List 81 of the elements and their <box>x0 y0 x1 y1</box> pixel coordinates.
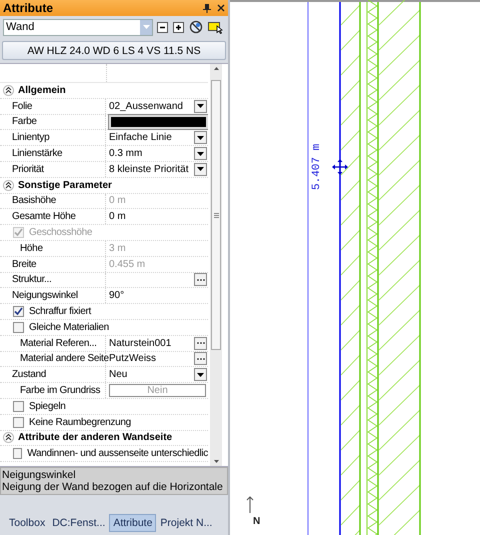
property-name: Linienstärke <box>12 148 62 160</box>
property-name: Priorität <box>12 164 44 175</box>
scrollbar-thumb[interactable] <box>211 80 221 350</box>
checkbox-label: Spiegeln <box>29 400 66 412</box>
caret-icon <box>197 104 204 108</box>
panel-tab[interactable]: DC:Fenst... <box>49 515 108 531</box>
property-name: Zustand <box>12 369 46 380</box>
ellipsis-icon <box>196 278 204 281</box>
property-value: Neu <box>109 369 128 380</box>
caret-icon <box>142 25 150 29</box>
ellipsis-icon <box>196 358 204 360</box>
grip-icon <box>214 212 218 218</box>
checkbox[interactable] <box>13 416 24 428</box>
dropdown-button[interactable] <box>194 131 207 144</box>
description-text: Neigung der Wand bezogen auf die Horizontale <box>2 481 224 493</box>
panel-title: Attribute <box>3 1 54 15</box>
property-value: 0.455 m <box>109 258 146 270</box>
element-type-dropdown[interactable]: Wand <box>3 18 153 36</box>
collapse-section-icon[interactable] <box>3 84 14 96</box>
move-cursor-icon <box>332 159 348 175</box>
close-icon[interactable] <box>217 4 225 12</box>
property-name: Höhe <box>20 242 43 254</box>
dropdown-button[interactable] <box>194 100 207 113</box>
checkbox[interactable] <box>13 448 22 460</box>
checkbox[interactable] <box>13 400 24 412</box>
property-name: Linientyp <box>12 132 50 144</box>
wall-type-button[interactable]: AW HLZ 24.0 WD 6 LS 4 VS 11.5 NS <box>2 41 226 60</box>
checkbox-label: Schraffur fixiert <box>29 306 91 318</box>
panel-tab[interactable]: Projekt N... <box>157 515 216 531</box>
dropdown-button[interactable] <box>194 368 207 382</box>
browse-button[interactable] <box>194 352 207 366</box>
checkbox-label: Gleiche Materialien <box>29 322 109 333</box>
property-name: Neigungswinkel <box>12 290 78 302</box>
browse-button[interactable] <box>194 273 207 286</box>
property-name: Basishöhe <box>12 195 56 206</box>
property-name: Material Referen... <box>20 338 97 349</box>
property-value: PutzWeiss <box>109 353 158 364</box>
ellipsis-icon <box>196 342 204 344</box>
browse-button[interactable] <box>194 336 207 350</box>
section-header[interactable]: Allgemein <box>18 84 66 96</box>
property-value[interactable]: 0 m <box>109 211 208 222</box>
color-swatch[interactable] <box>109 114 208 129</box>
property-value: 0.3 mm <box>109 148 144 160</box>
checkbox-label: Geschosshöhe <box>29 227 92 238</box>
scroll-down-icon[interactable] <box>214 460 218 463</box>
property-value: Einfache Linie <box>109 132 173 144</box>
property-value: 02_Aussenwand <box>109 100 184 112</box>
section-header[interactable]: Sonstige Parameter <box>18 180 112 191</box>
property-name: Material andere Seite <box>20 353 109 364</box>
section-header[interactable]: Attribute der anderen Wandseite <box>18 432 172 444</box>
north-arrow-icon <box>246 496 254 514</box>
caret-icon <box>197 136 204 140</box>
collapse-section-icon[interactable] <box>3 432 14 444</box>
checkbox[interactable] <box>13 306 24 318</box>
caret-icon <box>197 152 204 156</box>
caret-icon <box>197 372 204 377</box>
dropdown-button[interactable] <box>194 147 207 160</box>
panel-tab[interactable]: Attribute <box>109 514 156 532</box>
checkbox-label: Keine Raumbegrenzung <box>29 416 131 428</box>
description-title: Neigungswinkel <box>2 469 77 481</box>
pin-icon[interactable] <box>203 4 211 12</box>
property-value: Naturstein001 <box>109 338 172 349</box>
property-name: Farbe im Grundriss <box>20 385 100 396</box>
property-value: 8 kleinste Priorität <box>109 164 190 175</box>
property-name: Folie <box>12 100 32 112</box>
scroll-up-icon[interactable] <box>214 67 218 70</box>
caret-icon <box>197 167 204 172</box>
property-name: Struktur... <box>12 274 52 286</box>
property-name: Farbe <box>12 116 37 128</box>
dropdown-button[interactable] <box>194 162 207 176</box>
dimension-label: 5.407 m <box>311 144 323 190</box>
panel-tab[interactable]: Toolbox <box>6 515 48 531</box>
property-value: 3 m <box>109 242 127 254</box>
property-name: Gesamte Höhe <box>12 211 76 222</box>
checkbox-label: Wandinnen- und aussenseite unterschiedlic <box>27 448 208 460</box>
property-name: Breite <box>12 258 36 270</box>
north-label: N <box>253 516 260 527</box>
collapse-section-icon[interactable] <box>3 180 14 191</box>
property-value[interactable]: 90° <box>109 290 208 302</box>
property-value: 0 m <box>109 195 127 206</box>
checkbox[interactable] <box>13 322 24 333</box>
